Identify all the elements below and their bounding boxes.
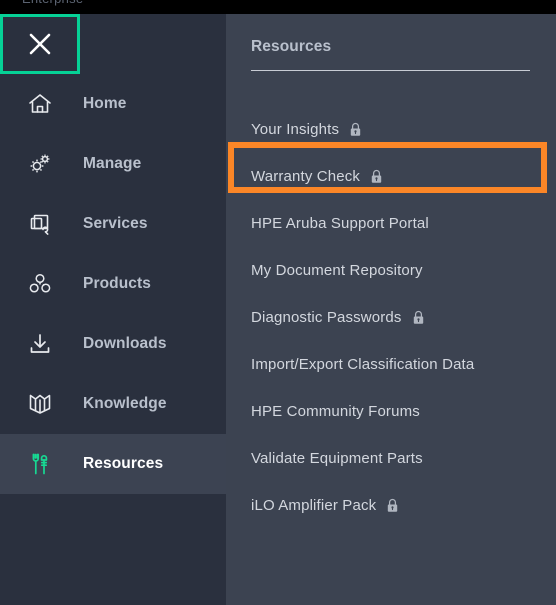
resource-item-ilo-amplifier-pack[interactable]: iLO Amplifier Pack	[226, 482, 556, 529]
resource-item-import-export-classification-data[interactable]: Import/Export Classification Data	[226, 341, 556, 388]
sidebar-nav: Home Manage Services Products Downloads …	[0, 74, 226, 494]
gears-icon	[25, 149, 55, 179]
resource-item-label: My Document Repository	[251, 262, 423, 279]
resource-item-diagnostic-passwords[interactable]: Diagnostic Passwords	[226, 294, 556, 341]
book-icon	[25, 389, 55, 419]
resource-item-hpe-aruba-support-portal[interactable]: HPE Aruba Support Portal	[226, 200, 556, 247]
resources-list: Your Insights Warranty Check HPE Aruba S…	[226, 106, 556, 529]
resource-item-label: Your Insights	[251, 121, 340, 138]
resource-item-label: Diagnostic Passwords	[251, 309, 402, 326]
sidebar-item-label: Home	[83, 95, 127, 112]
sidebar-item-knowledge[interactable]: Knowledge	[0, 374, 226, 434]
home-icon	[25, 89, 55, 119]
resource-item-label: Validate Equipment Parts	[251, 450, 423, 467]
resource-item-label: iLO Amplifier Pack	[251, 497, 377, 514]
sidebar-item-services[interactable]: Services	[0, 194, 226, 254]
brand-text: Enterprise	[22, 0, 83, 6]
close-icon	[27, 31, 53, 57]
resources-flyout-panel: Resources Your Insights Warranty Check H…	[226, 14, 556, 605]
resource-item-validate-equipment-parts[interactable]: Validate Equipment Parts	[226, 435, 556, 482]
sidebar-item-products[interactable]: Products	[0, 254, 226, 314]
sidebar-item-manage[interactable]: Manage	[0, 134, 226, 194]
resource-item-my-document-repository[interactable]: My Document Repository	[226, 247, 556, 294]
services-icon	[25, 209, 55, 239]
main-sidebar: Home Manage Services Products Downloads …	[0, 14, 226, 605]
tools-icon	[25, 449, 55, 479]
sidebar-item-label: Products	[83, 275, 151, 292]
lock-icon	[386, 498, 399, 513]
download-icon	[25, 329, 55, 359]
sidebar-item-home[interactable]: Home	[0, 74, 226, 134]
sidebar-item-label: Knowledge	[83, 395, 167, 412]
sidebar-item-label: Manage	[83, 155, 142, 172]
sidebar-item-downloads[interactable]: Downloads	[0, 314, 226, 374]
resource-item-warranty-check[interactable]: Warranty Check	[226, 153, 556, 200]
products-icon	[25, 269, 55, 299]
lock-icon	[349, 122, 362, 137]
resource-item-label: Warranty Check	[251, 168, 361, 185]
lock-icon	[412, 310, 425, 325]
resource-item-label: HPE Aruba Support Portal	[251, 215, 429, 232]
resource-item-label: Import/Export Classification Data	[251, 356, 475, 373]
sidebar-item-label: Services	[83, 215, 148, 232]
resource-item-hpe-community-forums[interactable]: HPE Community Forums	[226, 388, 556, 435]
sidebar-item-label: Resources	[83, 455, 164, 472]
panel-divider	[251, 70, 530, 71]
lock-icon	[370, 169, 383, 184]
panel-title: Resources	[251, 38, 332, 55]
resource-item-your-insights[interactable]: Your Insights	[226, 106, 556, 153]
sidebar-item-label: Downloads	[83, 335, 167, 352]
resource-item-label: HPE Community Forums	[251, 403, 420, 420]
close-menu-button[interactable]	[0, 14, 80, 74]
sidebar-item-resources[interactable]: Resources	[0, 434, 226, 494]
hpe-support-center-menu: Enterprise Home	[0, 0, 556, 605]
top-bar: Enterprise	[0, 0, 556, 14]
